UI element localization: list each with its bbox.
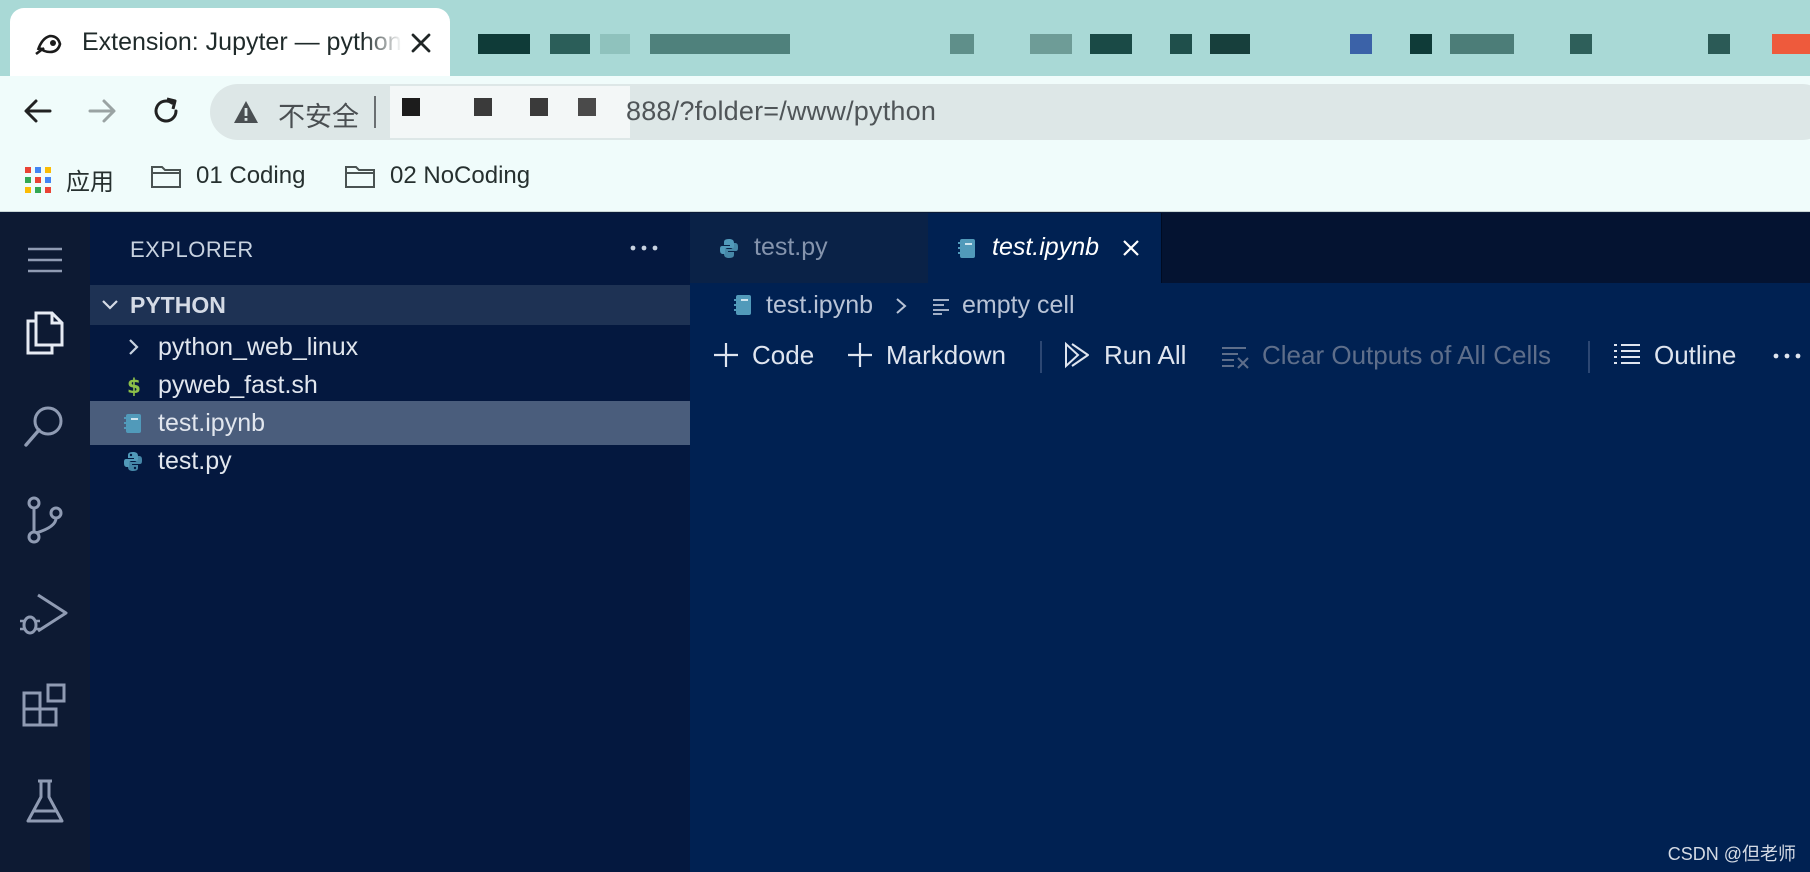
close-icon[interactable] xyxy=(1120,237,1142,259)
tab-label: test.py xyxy=(754,233,828,261)
clear-all-outputs-button[interactable]: Clear Outputs of All Cells xyxy=(1220,335,1551,375)
tree-item-label: pyweb_fast.sh xyxy=(158,371,318,399)
shell-script-dollar-icon: $ xyxy=(127,374,141,396)
tree-item-label: python_web_linux xyxy=(158,333,359,361)
forward-arrow-icon[interactable] xyxy=(84,93,120,129)
explorer-sidebar: EXPLORER PYTHON python_web_linux $ pyweb… xyxy=(90,213,690,872)
url-separator xyxy=(374,96,376,128)
editor-tabs: test.py test.ipynb xyxy=(690,213,1810,283)
outline-list-icon xyxy=(1614,344,1640,364)
notebook-icon xyxy=(124,414,141,433)
svg-text:$: $ xyxy=(127,374,141,396)
explorer-header: EXPLORER xyxy=(90,213,690,285)
button-label: Clear Outputs of All Cells xyxy=(1262,339,1552,370)
plus-icon xyxy=(848,343,872,367)
add-markdown-cell-button[interactable]: Markdown xyxy=(846,335,1006,375)
browser-tab-title: Extension: Jupyter — python xyxy=(82,28,402,56)
more-actions-icon[interactable] xyxy=(1770,341,1804,371)
breadcrumb-file[interactable]: test.ipynb xyxy=(766,291,873,320)
add-code-cell-button[interactable]: Code xyxy=(712,335,814,375)
outline-button[interactable]: Outline xyxy=(1612,335,1736,375)
url-bar[interactable]: 不安全 888/?folder=/www/python xyxy=(210,84,1810,140)
explorer-files-icon[interactable] xyxy=(18,305,72,359)
workspace-folder-name: PYTHON xyxy=(130,292,226,318)
text-cell-icon xyxy=(933,299,949,315)
python-file-icon xyxy=(720,239,738,258)
tree-item-test-py[interactable]: test.py xyxy=(90,439,690,483)
toolbar-divider xyxy=(1588,341,1590,373)
run-all-icon xyxy=(1065,341,1089,369)
apps-grid-icon xyxy=(25,166,51,193)
chevron-right-icon xyxy=(896,298,907,314)
warning-icon xyxy=(234,101,258,123)
notebook-toolbar: Code Markdown Run All Clear Outputs of A… xyxy=(690,327,1810,383)
browser-tab-active[interactable]: Extension: Jupyter — python xyxy=(10,8,450,76)
editor-area: test.py test.ipynb test.ipynb empty cell… xyxy=(690,213,1810,872)
back-arrow-icon[interactable] xyxy=(20,93,56,129)
jupyter-extension-favicon-icon xyxy=(35,34,62,56)
explorer-title: EXPLORER xyxy=(130,237,254,262)
chevron-right-icon xyxy=(129,339,139,355)
more-actions-icon[interactable] xyxy=(626,233,662,263)
bookmark-apps[interactable]: 应用 xyxy=(24,162,114,197)
tree-item-label: test.ipynb xyxy=(158,409,266,437)
bookmark-label: 应用 xyxy=(66,169,114,196)
button-label: Markdown xyxy=(886,339,1006,370)
button-label: Code xyxy=(752,339,815,370)
clear-all-icon xyxy=(1222,347,1249,369)
reload-icon[interactable] xyxy=(148,93,184,129)
workspace-folder-header[interactable]: PYTHON xyxy=(90,285,690,325)
button-label: Run All xyxy=(1104,339,1187,370)
testing-flask-icon[interactable] xyxy=(18,775,72,829)
extensions-icon[interactable] xyxy=(18,681,72,735)
bookmarks-bar: 应用 01 Coding 02 NoCoding xyxy=(0,146,1810,212)
bookmark-folder-02-nocoding[interactable]: 02 NoCoding xyxy=(344,162,530,190)
notebook-icon xyxy=(734,295,751,315)
tab-label: test.ipynb xyxy=(992,233,1100,261)
run-debug-icon[interactable] xyxy=(18,587,72,641)
folder-icon xyxy=(345,166,375,188)
python-file-icon xyxy=(124,452,142,471)
menu-hamburger-icon[interactable] xyxy=(18,233,72,287)
toolbar-divider xyxy=(1040,341,1042,373)
button-label: Outline xyxy=(1654,339,1737,370)
url-text[interactable]: 888/?folder=/www/python xyxy=(626,96,936,127)
chevron-down-icon xyxy=(102,300,118,310)
source-control-icon[interactable] xyxy=(18,493,72,547)
run-all-button[interactable]: Run All xyxy=(1062,335,1186,375)
browser-toolbar: 不安全 888/?folder=/www/python xyxy=(0,76,1810,146)
tree-item-label: test.py xyxy=(158,447,232,475)
breadcrumb-cell[interactable]: empty cell xyxy=(962,291,1075,320)
bookmark-label: 02 NoCoding xyxy=(390,162,531,189)
bookmark-folder-01-coding[interactable]: 01 Coding xyxy=(150,162,305,190)
bookmark-label: 01 Coding xyxy=(196,162,306,189)
activity-bar xyxy=(0,213,90,872)
search-icon[interactable] xyxy=(18,399,72,453)
breadcrumb: test.ipynb empty cell xyxy=(690,283,1810,327)
folder-icon xyxy=(151,166,181,188)
close-icon[interactable] xyxy=(408,30,434,56)
browser-tabstrip: Extension: Jupyter — python xyxy=(0,0,1810,76)
watermark-text: CSDN @但老师 xyxy=(1667,844,1796,864)
notebook-icon xyxy=(958,239,975,258)
obscured-host xyxy=(390,86,630,138)
plus-icon xyxy=(714,343,738,367)
tab-test-py[interactable]: test.py xyxy=(690,213,928,283)
tab-test-ipynb[interactable]: test.ipynb xyxy=(928,213,1162,283)
not-secure-label[interactable]: 不安全 xyxy=(278,95,359,134)
